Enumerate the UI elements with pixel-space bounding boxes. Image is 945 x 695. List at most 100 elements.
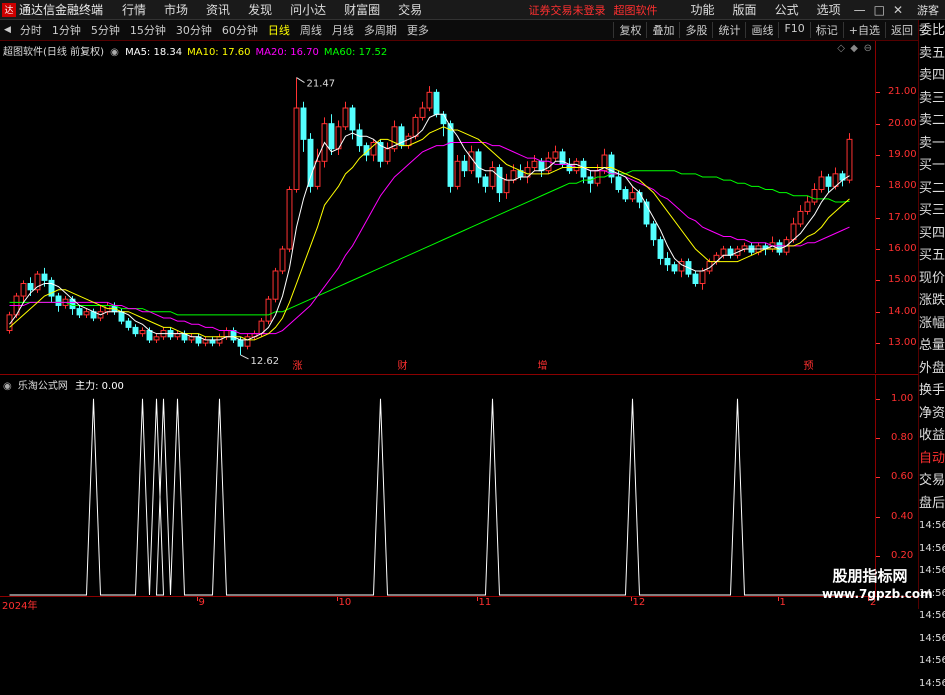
toolbar-button[interactable]: 复权 bbox=[613, 22, 646, 38]
toolbar-button[interactable]: F10 bbox=[778, 22, 809, 38]
side-panel-item[interactable]: 卖一 bbox=[919, 133, 945, 156]
indicator-tick-label: 0.20 bbox=[891, 550, 913, 561]
side-panel-item[interactable]: 外盘 bbox=[919, 358, 945, 381]
period-tab[interactable]: 月线 bbox=[327, 22, 359, 38]
side-panel-item[interactable]: 换手 bbox=[919, 380, 945, 403]
side-panel-item[interactable]: 涨跌 bbox=[919, 290, 945, 313]
candle-body bbox=[350, 108, 355, 130]
period-tab[interactable]: 分时 bbox=[15, 22, 47, 38]
candle-body bbox=[35, 274, 40, 290]
price-tick-mark bbox=[876, 186, 880, 187]
menu-item[interactable]: 市场 bbox=[155, 1, 197, 18]
period-tab[interactable]: 多周期 bbox=[359, 22, 402, 38]
top-menu-item[interactable]: 选项 bbox=[808, 1, 850, 18]
period-tab[interactable]: 周线 bbox=[295, 22, 327, 38]
candle-body bbox=[343, 108, 348, 127]
indicator-chart[interactable]: ◉ 乐淘公式网 主力: 0.00 bbox=[0, 374, 875, 596]
period-tab[interactable]: 60分钟 bbox=[217, 22, 263, 38]
date-tick-label: 11 bbox=[479, 597, 492, 608]
top-menu-item[interactable]: 版面 bbox=[724, 1, 766, 18]
side-panel-item[interactable]: 卖二 bbox=[919, 110, 945, 133]
side-panel-item[interactable]: 自动 bbox=[919, 448, 945, 471]
menu-item[interactable]: 资讯 bbox=[197, 1, 239, 18]
minimize-icon[interactable]: — bbox=[850, 3, 870, 17]
toolbar-button[interactable]: 统计 bbox=[712, 22, 745, 38]
price-tick-label: 14.00 bbox=[888, 306, 917, 317]
candle-body bbox=[721, 249, 726, 255]
menu-item[interactable]: 财富圈 bbox=[335, 1, 389, 18]
period-tab[interactable]: 日线 bbox=[263, 22, 295, 38]
side-panel-item[interactable]: 收益 bbox=[919, 425, 945, 448]
period-tab[interactable]: 15分钟 bbox=[125, 22, 171, 38]
side-panel-item[interactable]: 14:56 bbox=[919, 538, 945, 561]
price-tick-label: 20.00 bbox=[888, 118, 917, 129]
candle-body bbox=[315, 161, 320, 186]
candle-body bbox=[623, 189, 628, 198]
candle-body bbox=[448, 124, 453, 187]
toolbar-expand-icon[interactable]: ◀ bbox=[0, 25, 15, 35]
candle-body bbox=[847, 139, 852, 180]
close-icon[interactable]: ✕ bbox=[889, 3, 907, 17]
period-tab[interactable]: 更多 bbox=[402, 22, 434, 38]
candle-body bbox=[273, 271, 278, 299]
quote-side-panel: 委比卖五卖四卖三卖二卖一买一买二买三买四买五现价涨跌涨幅总量外盘换手净资收益自动… bbox=[918, 20, 945, 609]
top-menu-item[interactable]: 功能 bbox=[682, 1, 724, 18]
ma-line-ma60 bbox=[10, 171, 850, 315]
date-axis: 2024年910111212 bbox=[0, 596, 918, 609]
candle-body bbox=[238, 340, 243, 346]
side-panel-item[interactable]: 卖五 bbox=[919, 43, 945, 66]
side-panel-item[interactable]: 14:56 bbox=[919, 650, 945, 673]
side-panel-item[interactable]: 卖四 bbox=[919, 65, 945, 88]
side-panel-item[interactable]: 卖三 bbox=[919, 88, 945, 111]
user-label[interactable]: 游客 bbox=[907, 2, 945, 18]
toolbar-button[interactable]: 画线 bbox=[745, 22, 778, 38]
side-panel-item[interactable]: 14:56 bbox=[919, 628, 945, 651]
side-panel-item[interactable]: 委比 bbox=[919, 20, 945, 43]
side-panel-item[interactable]: 买三 bbox=[919, 200, 945, 223]
restore-icon[interactable]: □ bbox=[870, 3, 889, 17]
top-menu-item[interactable]: 公式 bbox=[766, 1, 808, 18]
side-panel-item[interactable]: 14:56 bbox=[919, 605, 945, 628]
menu-item[interactable]: 交易 bbox=[389, 1, 431, 18]
menu-item[interactable]: 行情 bbox=[113, 1, 155, 18]
side-panel-item[interactable]: 买一 bbox=[919, 155, 945, 178]
toolbar-button[interactable]: 叠加 bbox=[646, 22, 679, 38]
side-panel-item[interactable]: 14:56 bbox=[919, 560, 945, 583]
period-tab[interactable]: 5分钟 bbox=[86, 22, 125, 38]
side-panel-item[interactable]: 现价 bbox=[919, 268, 945, 291]
app-title: 通达信金融终端 bbox=[19, 1, 103, 18]
indicator-tick-mark bbox=[876, 517, 880, 518]
price-tick-mark bbox=[876, 218, 880, 219]
candle-body bbox=[553, 152, 558, 158]
watermark-url: www.7gpzb.com bbox=[822, 586, 918, 602]
side-panel-item[interactable]: 总量 bbox=[919, 335, 945, 358]
candle-body bbox=[56, 296, 61, 305]
toolbar-button[interactable]: 标记 bbox=[810, 22, 843, 38]
side-panel-item[interactable]: 买五 bbox=[919, 245, 945, 268]
side-panel-item[interactable]: 买二 bbox=[919, 178, 945, 201]
menu-item[interactable]: 发现 bbox=[239, 1, 281, 18]
candle-body bbox=[126, 321, 131, 327]
side-panel-item[interactable]: 买四 bbox=[919, 223, 945, 246]
price-axis: 21.0020.0019.0018.0017.0016.0015.0014.00… bbox=[875, 41, 918, 373]
event-mark: 增 bbox=[538, 359, 548, 372]
side-panel-item[interactable]: 14:56 bbox=[919, 515, 945, 538]
menu-item[interactable]: 问小达 bbox=[281, 1, 335, 18]
side-panel-item[interactable]: 14:56 bbox=[919, 673, 945, 695]
status-notice[interactable]: 证券交易未登录 bbox=[529, 2, 606, 18]
candlestick-chart[interactable]: 超图软件(日线 前复权) ◉ MA5: 18.34MA10: 17.60MA20… bbox=[0, 41, 875, 373]
side-panel-item[interactable]: 净资 bbox=[919, 403, 945, 426]
side-panel-item[interactable]: 交易 bbox=[919, 470, 945, 493]
candle-body bbox=[427, 92, 432, 108]
toolbar-button[interactable]: +自选 bbox=[843, 22, 885, 38]
side-panel-item[interactable]: 涨幅 bbox=[919, 313, 945, 336]
toolbar-button[interactable]: 多股 bbox=[679, 22, 712, 38]
side-panel-item[interactable]: 盘后 bbox=[919, 493, 945, 516]
candle-body bbox=[777, 243, 782, 252]
date-tick-mark bbox=[337, 597, 338, 601]
toolbar-button[interactable]: 返回 bbox=[885, 22, 918, 38]
period-tab[interactable]: 30分钟 bbox=[171, 22, 217, 38]
period-tab[interactable]: 1分钟 bbox=[47, 22, 86, 38]
ma-line-ma10 bbox=[10, 127, 850, 340]
price-tick-mark bbox=[876, 249, 880, 250]
